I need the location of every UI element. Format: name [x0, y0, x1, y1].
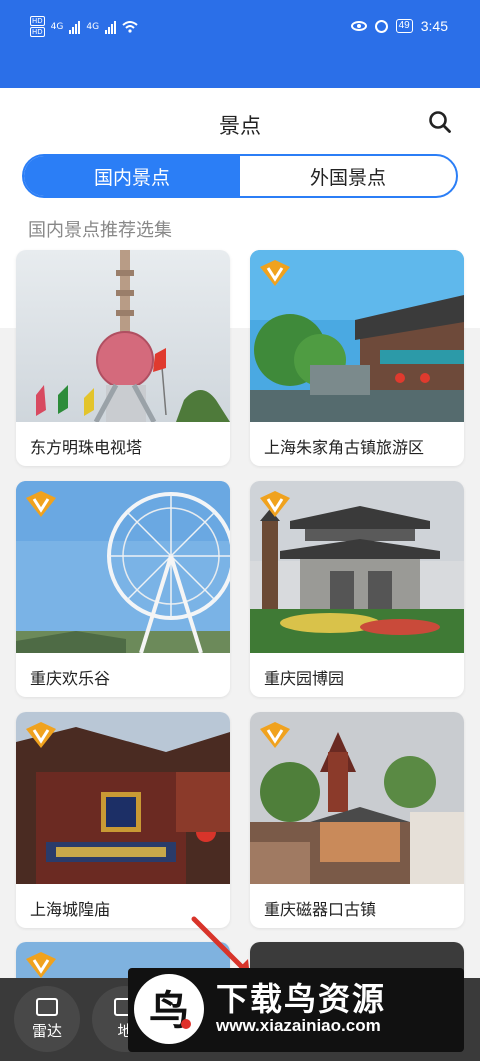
wifi-icon [122, 20, 138, 33]
search-icon[interactable] [428, 110, 452, 134]
eye-icon [350, 21, 367, 31]
attraction-image [250, 250, 464, 422]
attraction-name: 重庆园博园 [264, 669, 345, 688]
status-left: HD HD 4G 4G [30, 16, 138, 37]
watermark-url: www.xiazainiao.com [216, 1016, 381, 1035]
nav-label: 雷达 [31, 1021, 62, 1040]
tab-domestic[interactable]: 国内景点 [24, 156, 240, 196]
attraction-card[interactable]: 东方明珠电视塔 [16, 250, 230, 466]
watermark-title: 下载鸟资源 [216, 980, 387, 1018]
tab-foreign[interactable]: 外国景点 [240, 156, 456, 196]
attraction-card[interactable]: 重庆欢乐谷 [16, 481, 230, 697]
vip-badge-icon [260, 722, 290, 748]
vip-badge-icon [260, 491, 290, 517]
watermark-logo: 鸟 [134, 974, 204, 1044]
battery-indicator: 49 [395, 19, 413, 33]
attraction-image [16, 250, 230, 422]
attraction-name: 上海朱家角古镇旅游区 [264, 438, 425, 457]
network-label: 4G [50, 21, 64, 32]
attraction-name: 重庆磁器口古镇 [264, 900, 377, 919]
clock: 3:45 [420, 18, 448, 34]
network-label: 4G [86, 21, 100, 32]
attraction-image [16, 481, 230, 653]
alarm-icon [374, 19, 388, 33]
vip-badge-icon [26, 952, 56, 978]
hd-badge: HD [30, 27, 45, 37]
watermark: 鸟 下载鸟资源 www.xiazainiao.com [128, 968, 464, 1052]
attraction-image [250, 712, 464, 884]
signal-icon [105, 20, 117, 34]
attraction-name: 重庆欢乐谷 [30, 669, 111, 688]
status-right: 49 3:45 [350, 18, 448, 34]
attraction-name: 上海城隍庙 [30, 900, 111, 919]
attraction-card[interactable]: 上海城隍庙 [16, 712, 230, 928]
status-bar: HD HD 4G 4G 49 3:45 [0, 0, 480, 88]
attraction-name: 东方明珠电视塔 [30, 438, 143, 457]
vip-badge-icon [26, 491, 56, 517]
vip-badge-icon [260, 260, 290, 286]
map-icon [36, 997, 58, 1016]
hd-badge: HD [30, 16, 45, 26]
attraction-image [250, 481, 464, 653]
attraction-card[interactable]: 重庆磁器口古镇 [250, 712, 464, 928]
tab-switcher: 国内景点 外国景点 [22, 154, 458, 198]
attraction-card[interactable]: 上海朱家角古镇旅游区 [250, 250, 464, 466]
attraction-card[interactable]: 重庆园博园 [250, 481, 464, 697]
nav-radar[interactable]: 雷达 [14, 986, 80, 1052]
signal-icon [69, 20, 81, 34]
page-title: 景点 [219, 114, 261, 138]
attraction-image [16, 712, 230, 884]
section-title: 国内景点推荐选集 [28, 220, 172, 241]
vip-badge-icon [26, 722, 56, 748]
